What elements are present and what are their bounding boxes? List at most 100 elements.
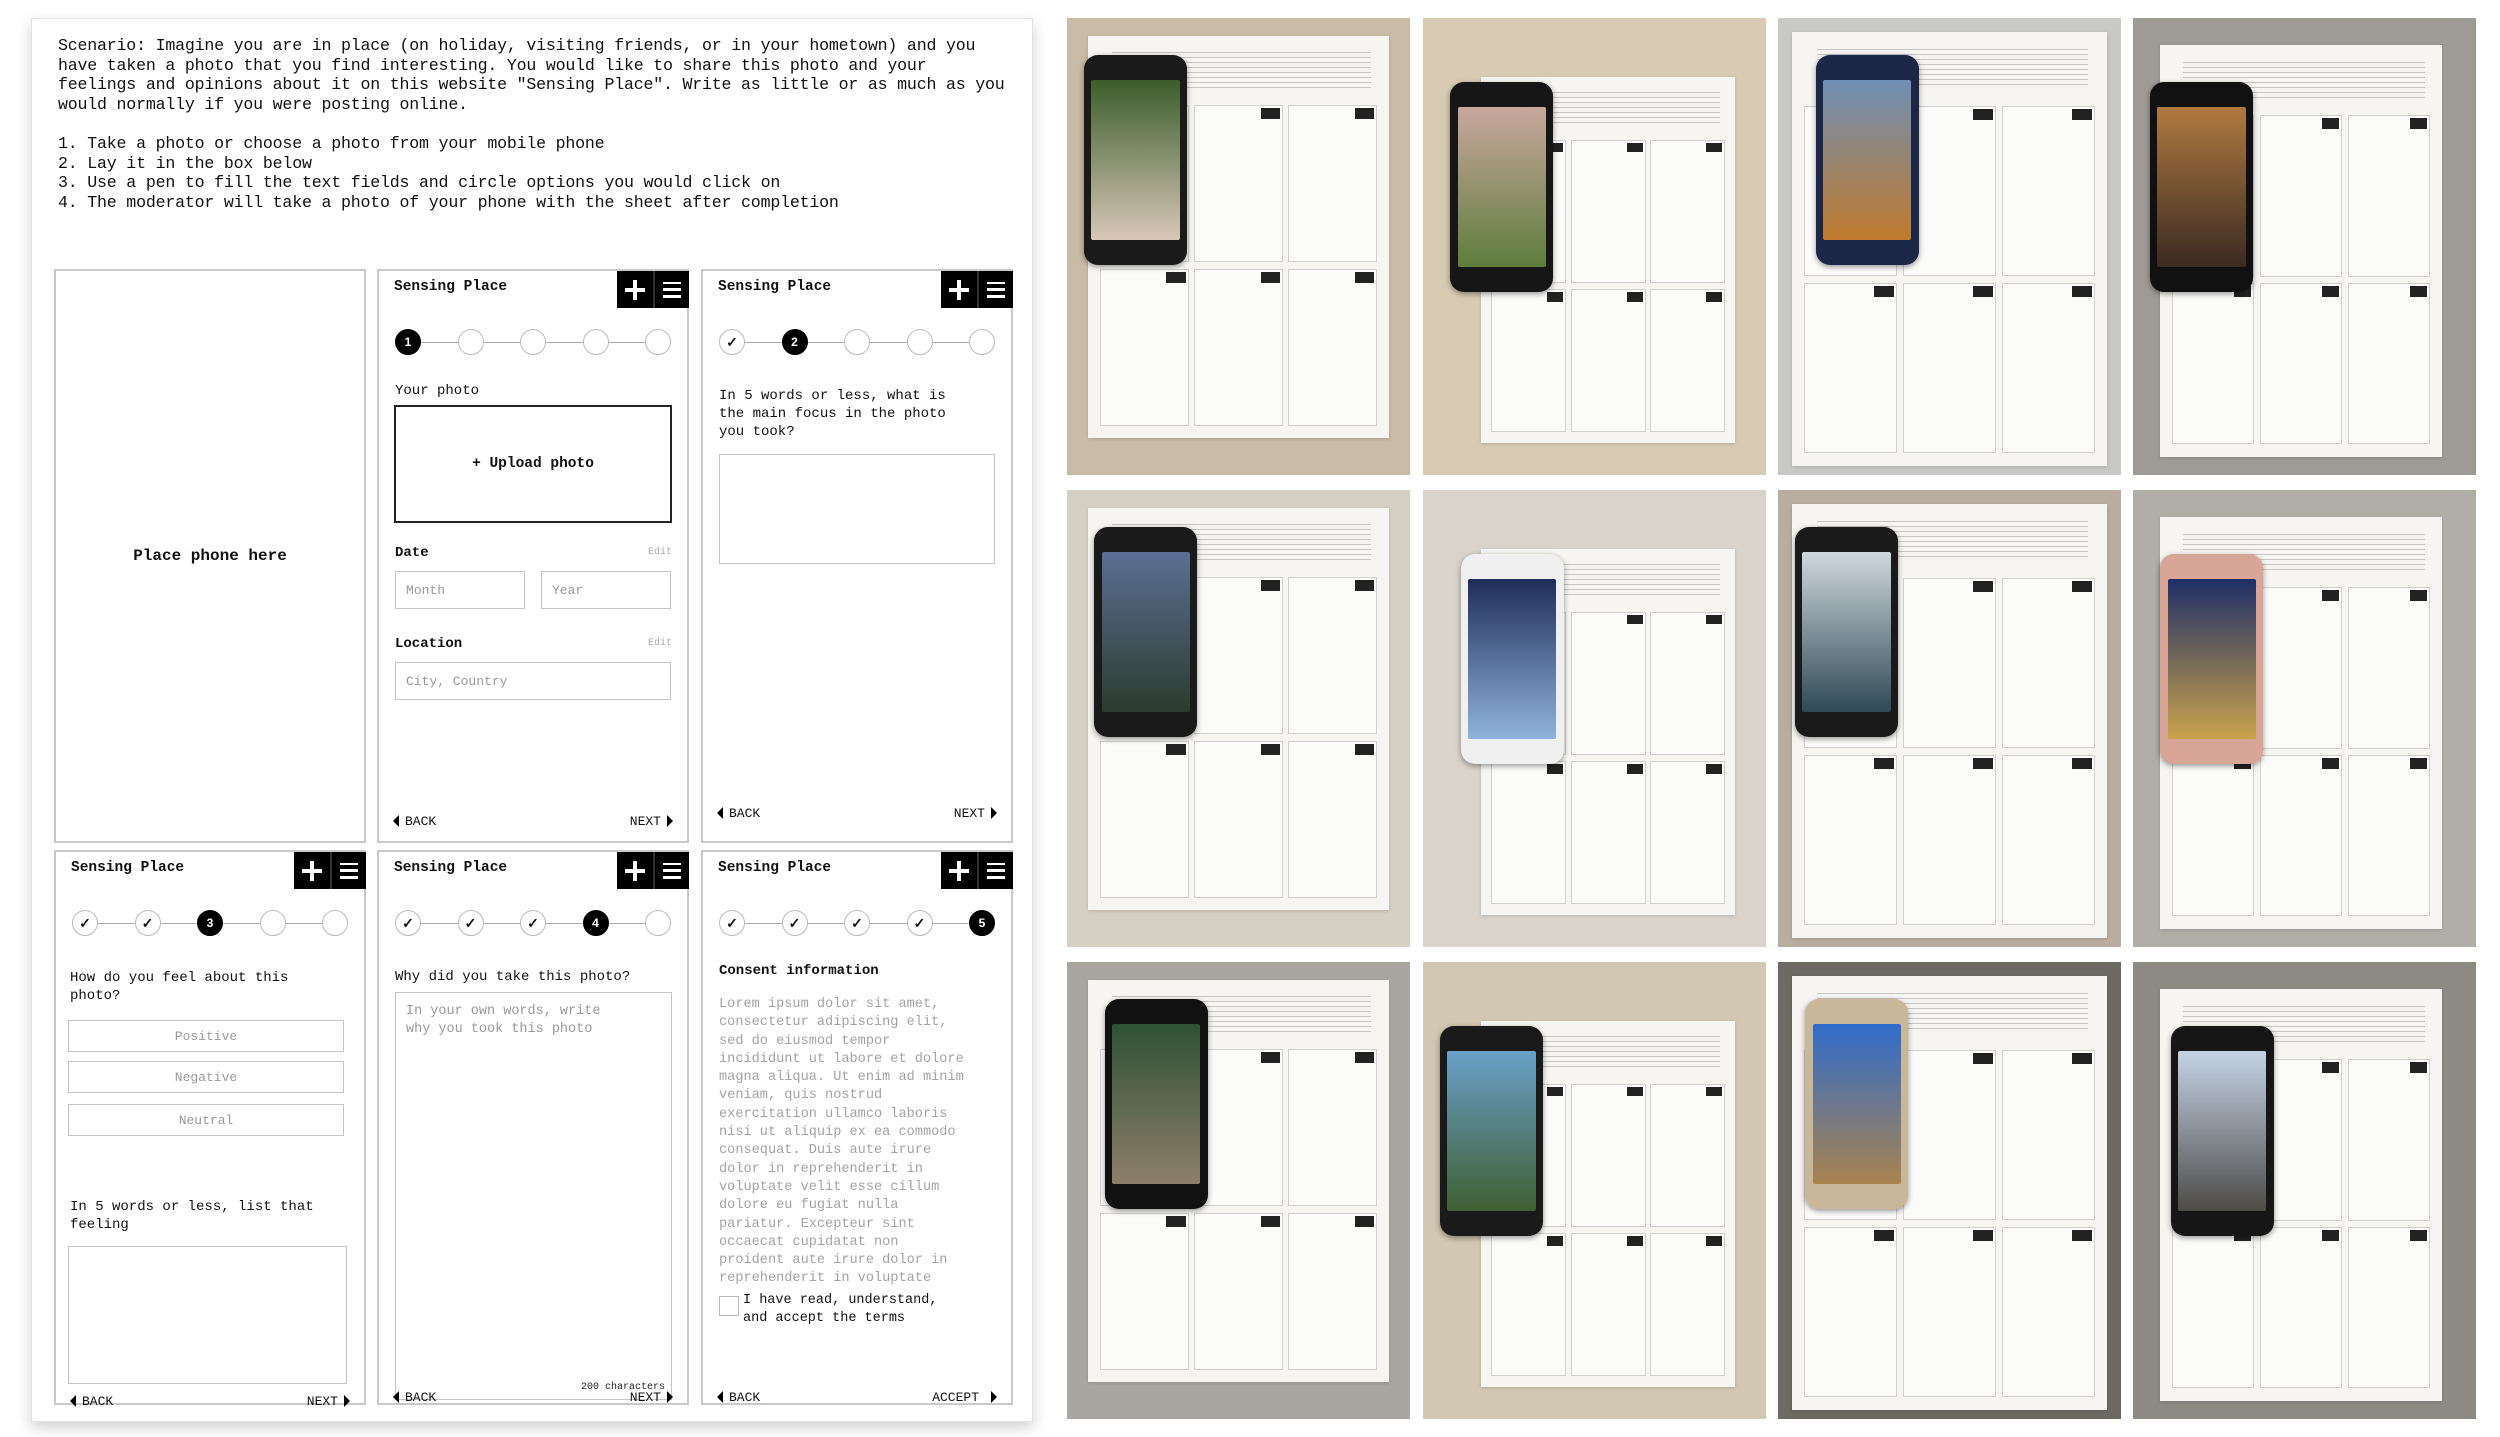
menu-button[interactable] (977, 852, 1013, 889)
screen-step-1: Sensing Place 1 Your photo + Upload phot… (377, 269, 689, 843)
location-label: Location (395, 636, 463, 652)
back-label: BACK (729, 1389, 761, 1405)
instructions: Scenario: Imagine you are in place (on h… (58, 36, 1018, 212)
hamburger-menu-icon (987, 862, 1005, 879)
smartphone (1805, 998, 1909, 1209)
phone-screen-photo (1822, 79, 1912, 240)
step-indicator-current: 2 (781, 329, 808, 355)
add-button[interactable] (294, 852, 330, 889)
next-label: NEXT (306, 1393, 338, 1409)
option-positive[interactable]: Positive (68, 1020, 344, 1052)
next-label: NEXT (953, 805, 985, 821)
menu-button[interactable] (653, 852, 689, 889)
feeling-words-question: In 5 words or less, list that feeling (70, 1199, 314, 1233)
next-button[interactable]: NEXT (307, 1394, 350, 1409)
smartphone (1084, 54, 1188, 265)
instruction-step: 1. Take a photo or choose a photo from y… (58, 133, 605, 153)
smartphone (1450, 81, 1554, 293)
participant-photo (1067, 18, 1410, 475)
step-indicator-upcoming (582, 329, 609, 355)
scenario-line: feelings and opinions about it on this w… (58, 75, 1005, 95)
step-indicator-done: ✓ (719, 329, 745, 355)
phone-screen-photo (1091, 79, 1180, 240)
plus-icon (302, 860, 322, 881)
menu-button[interactable] (330, 852, 366, 889)
location-field[interactable]: City, Country (395, 662, 671, 700)
add-button[interactable] (617, 852, 653, 889)
option-neutral[interactable]: Neutral (68, 1104, 344, 1136)
consent-checkbox-label: I have read, understand, and accept the … (743, 1293, 938, 1326)
location-edit-link[interactable]: Edit (648, 638, 672, 649)
phone-placement-box: Place phone here (54, 269, 366, 843)
caret-right-icon (991, 807, 997, 819)
caret-right-icon (667, 1391, 673, 1403)
reason-field[interactable]: In your own words, write why you took th… (395, 992, 672, 1400)
next-button[interactable]: NEXT (630, 1390, 673, 1405)
step-indicator-upcoming (906, 329, 933, 355)
caret-left-icon (393, 1391, 399, 1403)
app-title: Sensing Place (394, 860, 508, 876)
feeling-question: How do you feel about this photo? (70, 970, 289, 1004)
step-indicator-done: ✓ (781, 910, 808, 936)
back-button[interactable]: BACK (393, 814, 436, 829)
phone-screen-photo (1457, 107, 1547, 267)
add-button[interactable] (941, 271, 977, 308)
back-button[interactable]: BACK (717, 1390, 760, 1405)
caret-left-icon (717, 1391, 723, 1403)
add-button[interactable] (941, 852, 977, 889)
accept-button[interactable]: ACCEPT (932, 1390, 997, 1405)
participant-photo (2133, 18, 2476, 475)
step-indicator-upcoming (969, 329, 995, 355)
step-indicator-upcoming (322, 910, 348, 936)
phone-screen-photo (2177, 1051, 2267, 1211)
year-field[interactable]: Year (541, 571, 671, 609)
scenario-line: Scenario: Imagine you are in place (on h… (58, 36, 976, 55)
instruction-step: 4. The moderator will take a photo of yo… (58, 192, 839, 212)
step-indicator-current: 1 (395, 329, 421, 355)
app-title: Sensing Place (718, 279, 832, 295)
participant-photo (1423, 962, 1766, 1419)
instruction-step: 2. Lay it in the box below (58, 153, 312, 173)
focus-question: In 5 words or less, what is the main foc… (719, 388, 946, 440)
date-edit-link[interactable]: Edit (648, 547, 672, 558)
screen-step-5: Sensing Place ✓ ✓ ✓ ✓ 5 Consent information … (701, 850, 1013, 1405)
next-button[interactable]: NEXT (954, 806, 997, 821)
menu-button[interactable] (977, 271, 1013, 308)
back-button[interactable]: BACK (393, 1390, 436, 1405)
step-indicator-done: ✓ (719, 910, 745, 936)
step-indicator-done: ✓ (906, 910, 933, 936)
screen-step-3: Sensing Place ✓ ✓ 3 How do you feel about … (54, 850, 366, 1409)
next-button[interactable]: NEXT (630, 814, 673, 829)
caret-right-icon (667, 815, 673, 827)
smartphone (1440, 1025, 1544, 1237)
caret-right-icon (344, 1395, 350, 1407)
participant-photo (1778, 490, 2121, 947)
month-field[interactable]: Month (395, 571, 525, 609)
back-button[interactable]: BACK (717, 806, 760, 821)
next-label: NEXT (629, 813, 661, 829)
back-label: BACK (405, 1389, 437, 1405)
participant-photo (1067, 962, 1410, 1419)
menu-button[interactable] (653, 271, 689, 308)
participant-photo (2133, 962, 2476, 1419)
focus-answer-field[interactable] (719, 454, 995, 564)
option-negative[interactable]: Negative (68, 1061, 344, 1093)
consent-body: Lorem ipsum dolor sit amet, consectetur … (719, 997, 964, 1287)
your-photo-label: Your photo (395, 383, 480, 399)
step-indicator-done: ✓ (134, 910, 161, 936)
caret-left-icon (393, 815, 399, 827)
consent-checkbox[interactable] (719, 1296, 739, 1316)
feeling-words-field[interactable] (68, 1246, 347, 1384)
step-indicator-done: ✓ (72, 910, 98, 936)
progress-stepper: ✓ ✓ 3 (72, 910, 348, 938)
step-indicator-upcoming (645, 910, 671, 936)
upload-photo-button[interactable]: + Upload photo (394, 405, 672, 523)
back-button[interactable]: BACK (70, 1394, 113, 1409)
phone-placement-label: Place phone here (133, 547, 287, 565)
step-indicator-current: 4 (582, 910, 609, 936)
step-indicator-current: 3 (197, 910, 223, 936)
add-button[interactable] (617, 271, 653, 308)
participant-photo (1067, 490, 1410, 947)
back-label: BACK (405, 813, 437, 829)
smartphone (1104, 998, 1208, 1209)
